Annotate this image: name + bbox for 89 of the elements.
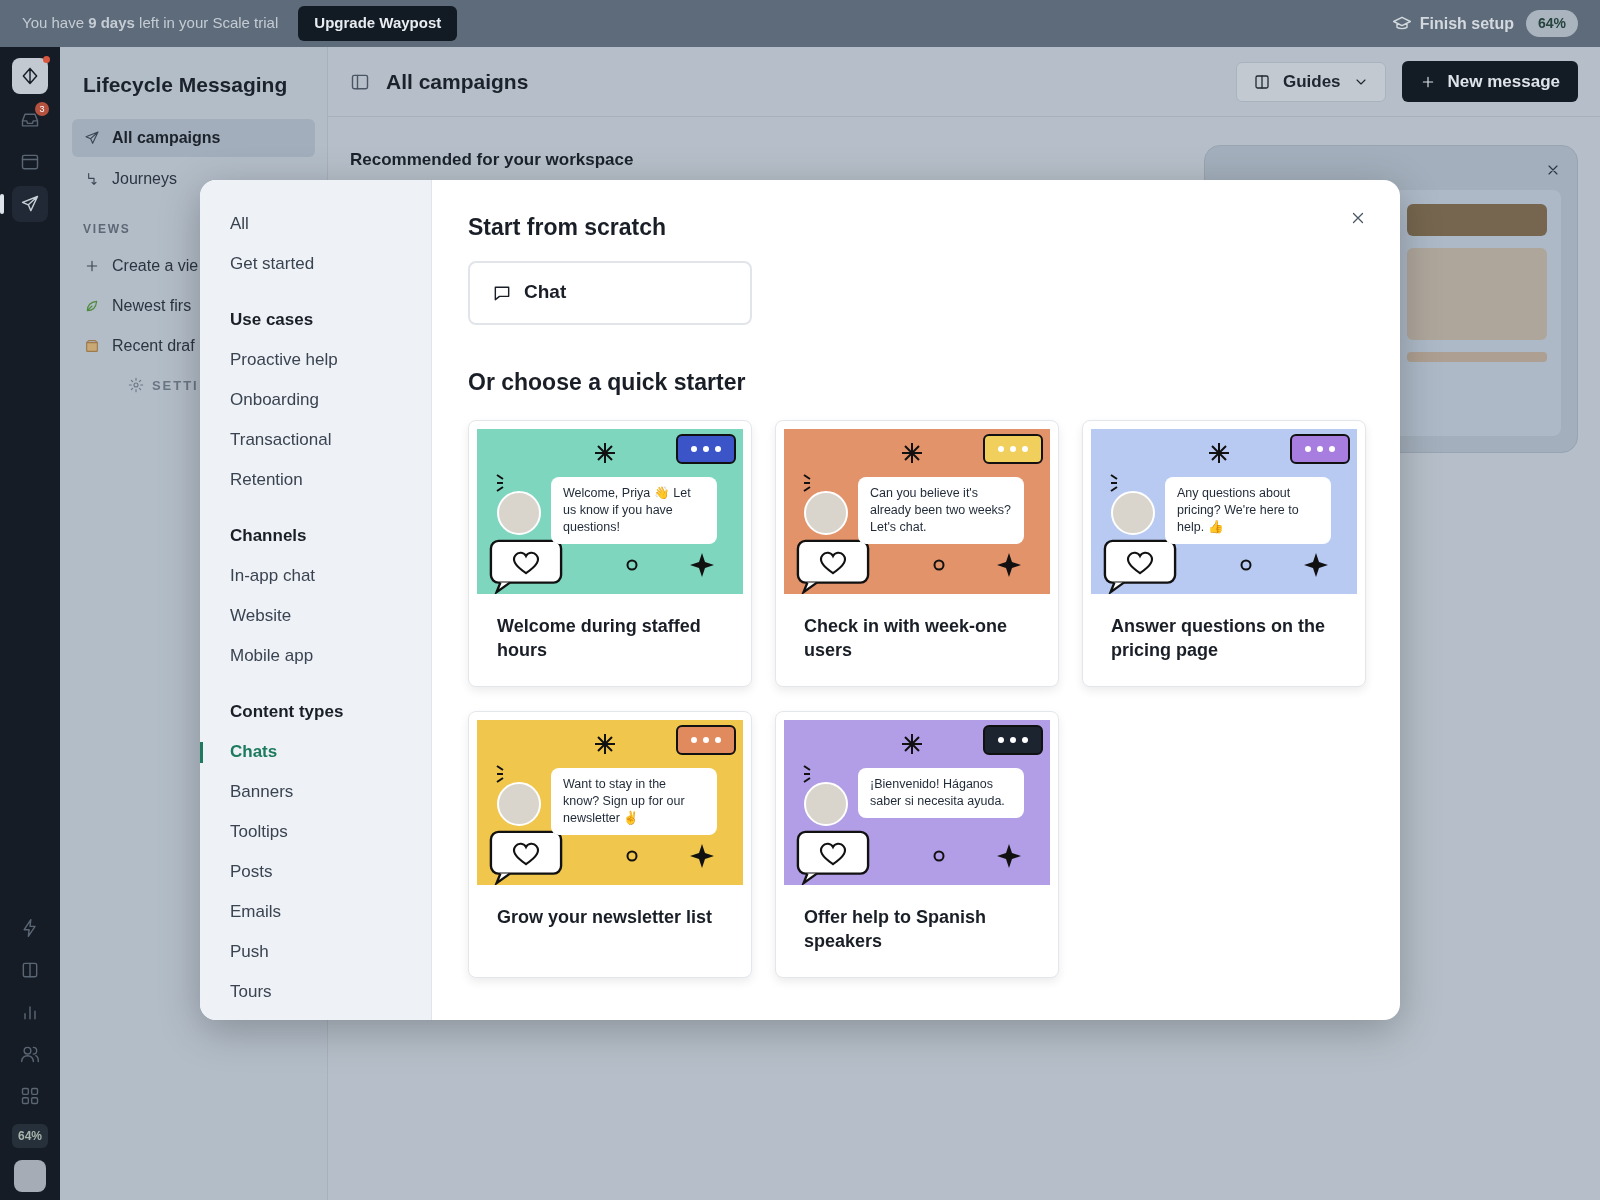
nav-heading: Use cases [229, 309, 315, 332]
nav-item[interactable]: Chats [200, 732, 431, 772]
burst-lines-icon [802, 764, 812, 784]
nav-item[interactable]: Mobile app [200, 636, 431, 676]
grid-icon [20, 1086, 40, 1106]
message-bubble: Any questions about pricing? We're here to help. 👍 [1165, 477, 1331, 544]
starter-title: Answer questions on the pricing page [1110, 615, 1327, 662]
section-heading: Or choose a quick starter [468, 367, 746, 397]
message-bubble: Can you believe it's already been two weeks? Let's chat. [858, 477, 1024, 544]
heart-bubble-icon [1101, 539, 1179, 594]
send-icon [20, 194, 40, 214]
starter-card[interactable]: Any questions about pricing? We're here to help. 👍 Answer questions on the pricing page [1082, 420, 1366, 687]
burst-lines-icon [495, 473, 505, 493]
ring-icon [1240, 559, 1252, 571]
window-icon [20, 152, 40, 172]
asterisk-icon [593, 441, 617, 465]
heart-bubble-icon [487, 830, 565, 885]
burst-lines-icon [1109, 473, 1119, 493]
section-heading: Start from scratch [468, 213, 667, 242]
sparkle-icon [997, 844, 1021, 868]
heart-bubble-icon [794, 539, 872, 594]
burst-lines-icon [802, 473, 812, 493]
upgrade-button[interactable]: Upgrade Waypost [298, 6, 458, 41]
sparkle-icon [690, 844, 714, 868]
asterisk-icon [1207, 441, 1231, 465]
ring-icon [933, 559, 945, 571]
burst-lines-icon [495, 764, 505, 784]
nav-heading: Channels [229, 525, 308, 548]
section-heading: Recommended for your workspace [350, 149, 634, 171]
nav-item[interactable]: Posts [200, 852, 431, 892]
nav-item[interactable]: Push [200, 932, 431, 972]
starter-title: Grow your newsletter list [496, 906, 714, 929]
asterisk-icon [900, 732, 924, 756]
message-bubble: ¡Bienvenido! Háganos saber si necesita ayuda. [858, 768, 1024, 818]
inbox-badge: 3 [35, 102, 49, 116]
finish-setup-link[interactable]: Finish setup [1419, 11, 1514, 36]
columns-icon [20, 960, 40, 980]
views-heading: VIEWS [83, 220, 131, 238]
starter-title: Check in with week-one users [803, 615, 1009, 662]
nav-item[interactable]: In-app chat [200, 556, 431, 596]
message-bubble: Welcome, Priya 👋 Let us know if you have questions! [551, 477, 717, 544]
chat-option-button[interactable]: Chat [468, 260, 752, 325]
settings-icon [128, 377, 144, 394]
message-bubble: Want to stay in the know? Sign up for our newsletter ✌ [551, 768, 717, 835]
nav-item[interactable]: Emails [200, 892, 431, 932]
nav-item[interactable]: Retention [200, 460, 431, 500]
nav-item[interactable]: Transactional [200, 420, 431, 460]
new-message-button[interactable]: New message [1401, 61, 1578, 102]
sidebar-item[interactable]: All campaigns [72, 118, 315, 157]
box-icon [84, 337, 100, 354]
progress-pill: 64% [12, 1124, 48, 1148]
diamond-logo-icon [20, 66, 40, 86]
nav-item[interactable]: Website [200, 596, 431, 636]
asterisk-icon [593, 732, 617, 756]
starter-card[interactable]: Can you believe it's already been two weeks? Let's chat. Check in with week-one users [775, 420, 1059, 687]
setup-progress-pill: 64% [1525, 10, 1578, 37]
ring-icon [933, 850, 945, 862]
sparkle-icon [997, 553, 1021, 577]
asterisk-icon [900, 441, 924, 465]
sidebar-item[interactable]: Journeys [72, 159, 315, 198]
nav-item[interactable]: All [200, 204, 431, 244]
nav-item[interactable]: Get started [200, 244, 431, 284]
avatar-placeholder[interactable] [14, 1160, 46, 1192]
trial-message: You have 9 days left in your Scale trial [22, 13, 279, 34]
nav-item[interactable]: Proactive help [200, 340, 431, 380]
starter-title: Welcome during staffed hours [496, 615, 702, 662]
nav-heading: Content types [229, 701, 345, 724]
sidebar-title: Lifecycle Messaging [82, 72, 289, 98]
starter-card[interactable]: ¡Bienvenido! Háganos saber si necesita ayuda. Offer help to Spanish speakers [775, 711, 1059, 978]
heart-bubble-icon [487, 539, 565, 594]
nav-item[interactable]: Tours [200, 972, 431, 1012]
starter-card[interactable]: Want to stay in the know? Sign up for our newsletter ✌ Grow your newsletter list [468, 711, 752, 978]
nav-item[interactable]: Tooltips [200, 812, 431, 852]
sparkle-icon [1304, 553, 1328, 577]
send-icon [84, 129, 100, 146]
nav-item[interactable]: Onboarding [200, 380, 431, 420]
inbox-icon [20, 110, 40, 130]
page-title: All campaigns [386, 68, 529, 95]
app-logo[interactable] [12, 58, 48, 94]
users-icon [20, 1044, 40, 1064]
nav-item[interactable]: Banners [200, 772, 431, 812]
starter-title: Offer help to Spanish speakers [803, 906, 987, 953]
starter-card[interactable]: Welcome, Priya 👋 Let us know if you have questions! Welcome during staffed hours [468, 420, 752, 687]
ring-icon [626, 559, 638, 571]
ring-icon [626, 850, 638, 862]
sparkle-icon [690, 553, 714, 577]
columns-icon [1252, 72, 1271, 91]
heart-bubble-icon [794, 830, 872, 885]
guides-button[interactable]: Guides [1235, 61, 1386, 102]
